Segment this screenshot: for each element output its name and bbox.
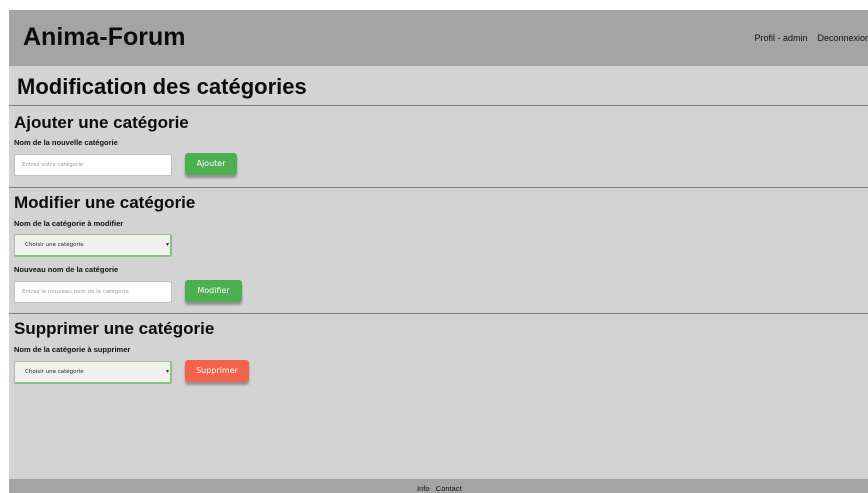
delete-button[interactable]: Supprimer: [185, 360, 249, 382]
footer-info-link[interactable]: Info: [417, 484, 430, 493]
edit-category-select[interactable]: Choisir une catégorie ▾: [14, 234, 172, 257]
edit-category-title: Modifier une catégorie: [14, 193, 196, 212]
delete-category-select[interactable]: Choisir une catégorie ▾: [14, 361, 172, 384]
footer-links: Info Contact: [417, 484, 462, 493]
site-logo[interactable]: Anima-Forum: [23, 23, 186, 52]
header-nav: Profil - admin Deconnexion: [754, 33, 868, 43]
delete-category-select-label: Nom de la catégorie à supprimer: [14, 345, 131, 354]
site-header: Anima-Forum Profil - admin Deconnexion: [9, 10, 868, 66]
divider: [9, 105, 868, 106]
delete-category-select-value: Choisir une catégorie: [25, 369, 84, 375]
footer-contact-link[interactable]: Contact: [436, 484, 462, 493]
new-name-label: Nouveau nom de la catégorie: [14, 265, 119, 274]
new-name-input[interactable]: [14, 281, 172, 303]
add-category-title: Ajouter une catégorie: [14, 113, 189, 132]
edit-category-select-label: Nom de la catégorie à modifier: [14, 219, 124, 228]
delete-category-title: Supprimer une catégorie: [14, 319, 215, 338]
edit-category-select-value: Choisir une catégorie: [25, 242, 84, 248]
page-title: Modification des catégories: [17, 74, 307, 99]
new-category-label: Nom de la nouvelle catégorie: [14, 138, 118, 147]
edit-button[interactable]: Modifier: [185, 280, 242, 302]
divider: [9, 313, 868, 314]
profile-link[interactable]: Profil - admin: [754, 33, 807, 43]
app-frame: Anima-Forum Profil - admin Deconnexion Mo…: [9, 10, 868, 493]
chevron-down-icon: ▾: [165, 368, 169, 375]
add-button[interactable]: Ajouter: [185, 153, 237, 175]
site-footer: Info Contact: [9, 479, 868, 493]
divider: [9, 187, 868, 188]
new-category-input[interactable]: [14, 154, 172, 176]
chevron-down-icon: ▾: [165, 241, 169, 248]
logout-link[interactable]: Deconnexion: [817, 33, 868, 43]
